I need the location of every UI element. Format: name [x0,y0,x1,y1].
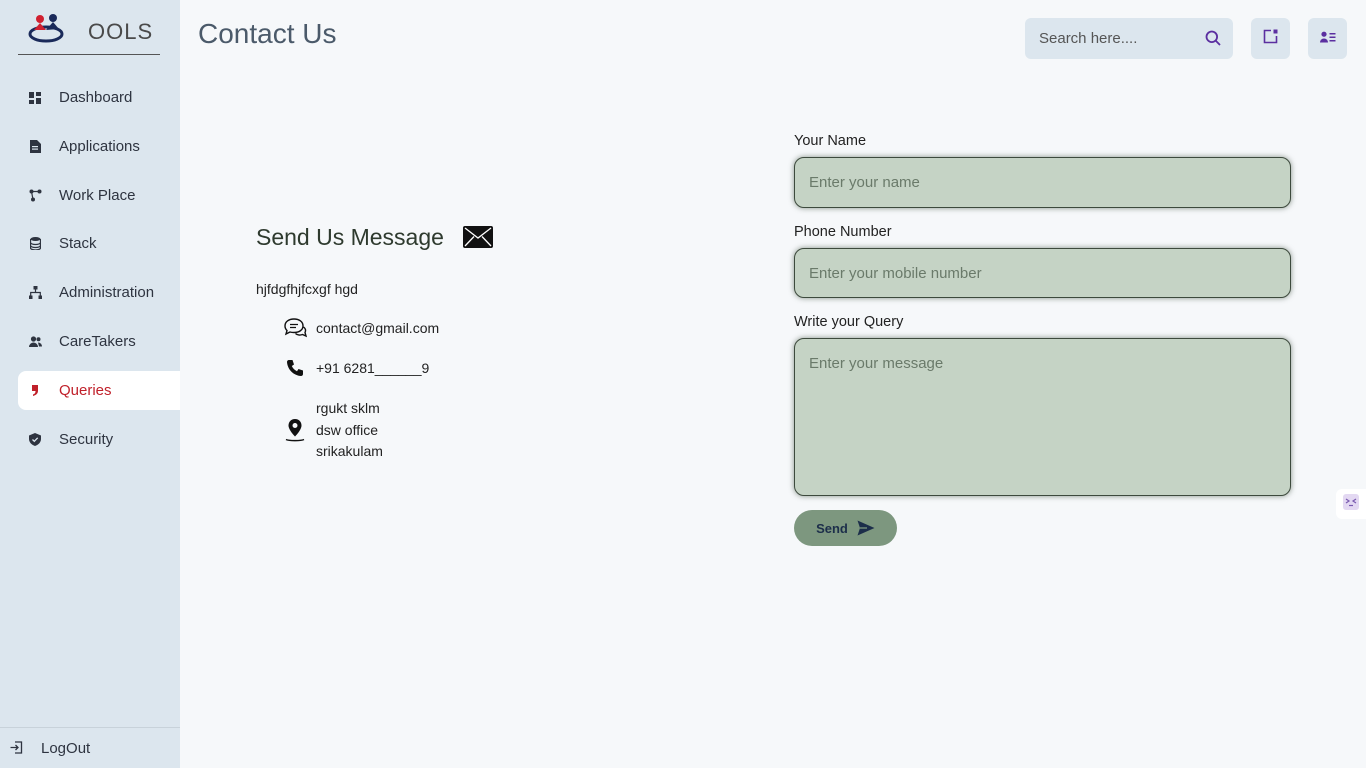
name-input[interactable] [794,157,1291,208]
logout-button[interactable]: LogOut [0,727,180,768]
sidebar-item-applications[interactable]: Applications [18,127,180,166]
contact-form: Your Name Phone Number Write your Query … [794,133,1291,546]
phone-label: Phone Number [794,224,892,240]
query-label: Write your Query [794,314,904,330]
sidebar-item-label: Dashboard [59,89,133,106]
envelope-icon [463,226,493,248]
sidebar-item-label: Administration [59,284,155,302]
contact-email[interactable]: contact@gmail.com [316,320,439,336]
logo-icon [26,12,82,52]
sidebar-item-security[interactable]: Security [18,420,180,459]
sidebar-item-caretakers[interactable]: CareTakers [18,322,180,361]
sidebar-item-label: CareTakers [59,332,136,350]
contact-description: hjfdgfhjfcxgf hgd [256,281,358,297]
sidebar-item-label: Applications [59,137,140,155]
sidebar-item-stack[interactable]: Stack [18,224,180,263]
sidebar-item-work-place[interactable]: Work Place [18,176,180,215]
profile-button[interactable] [1308,18,1347,59]
contact-title: Send Us Message [256,224,444,250]
phone-icon [283,356,307,380]
send-label: Send [816,520,848,536]
page-title: Contact Us [198,18,337,49]
quote-icon [28,383,42,397]
contact-address: rgukt sklm dsw office srikakulam [316,398,383,463]
logout-icon [10,741,24,755]
sidebar-item-label: Work Place [59,186,136,204]
edit-square-icon [1263,29,1278,49]
assistant-widget[interactable] [1336,489,1366,519]
sidebar: OOLS Dashboard Applications Work Place S… [0,0,180,768]
document-icon [28,139,42,153]
search-icon[interactable] [1205,30,1221,46]
query-textarea[interactable] [794,338,1291,496]
dashboard-icon [28,91,42,105]
notes-button[interactable] [1251,18,1290,59]
address-line: rgukt sklm [316,400,380,416]
logo-text: OOLS [88,19,154,44]
search-box [1025,18,1233,59]
sitemap-icon [28,286,42,300]
contact-address-row: rgukt sklm dsw office srikakulam [283,398,383,463]
sidebar-item-queries[interactable]: Queries [18,370,180,410]
sidebar-item-administration[interactable]: Administration [18,273,180,312]
location-pin-icon [283,418,307,442]
sidebar-item-dashboard[interactable]: Dashboard [18,78,180,117]
contact-phone-row: +91 6281______9 [283,356,429,380]
users-icon [28,334,42,348]
sidebar-item-label: Queries [59,381,112,399]
send-icon [857,520,875,536]
sidebar-nav: Dashboard Applications Work Place Stack … [18,78,180,468]
user-list-icon [1319,30,1336,48]
sidebar-item-label: Security [59,430,114,448]
phone-input[interactable] [794,248,1291,298]
logout-label: LogOut [41,739,91,757]
chat-bubbles-icon [283,316,307,340]
sidebar-item-label: Stack [59,235,97,253]
name-label: Your Name [794,133,867,149]
address-line: dsw office [316,421,378,438]
database-icon [28,237,42,251]
address-line: srikakulam [316,443,383,459]
assistant-icon [1342,493,1360,516]
send-button[interactable]: Send [794,510,897,546]
shield-icon [28,432,42,446]
network-icon [28,188,42,202]
search-input[interactable] [1039,30,1199,47]
contact-email-row: contact@gmail.com [283,316,439,340]
app-logo[interactable]: OOLS [18,10,160,55]
contact-phone[interactable]: +91 6281______9 [316,360,429,376]
